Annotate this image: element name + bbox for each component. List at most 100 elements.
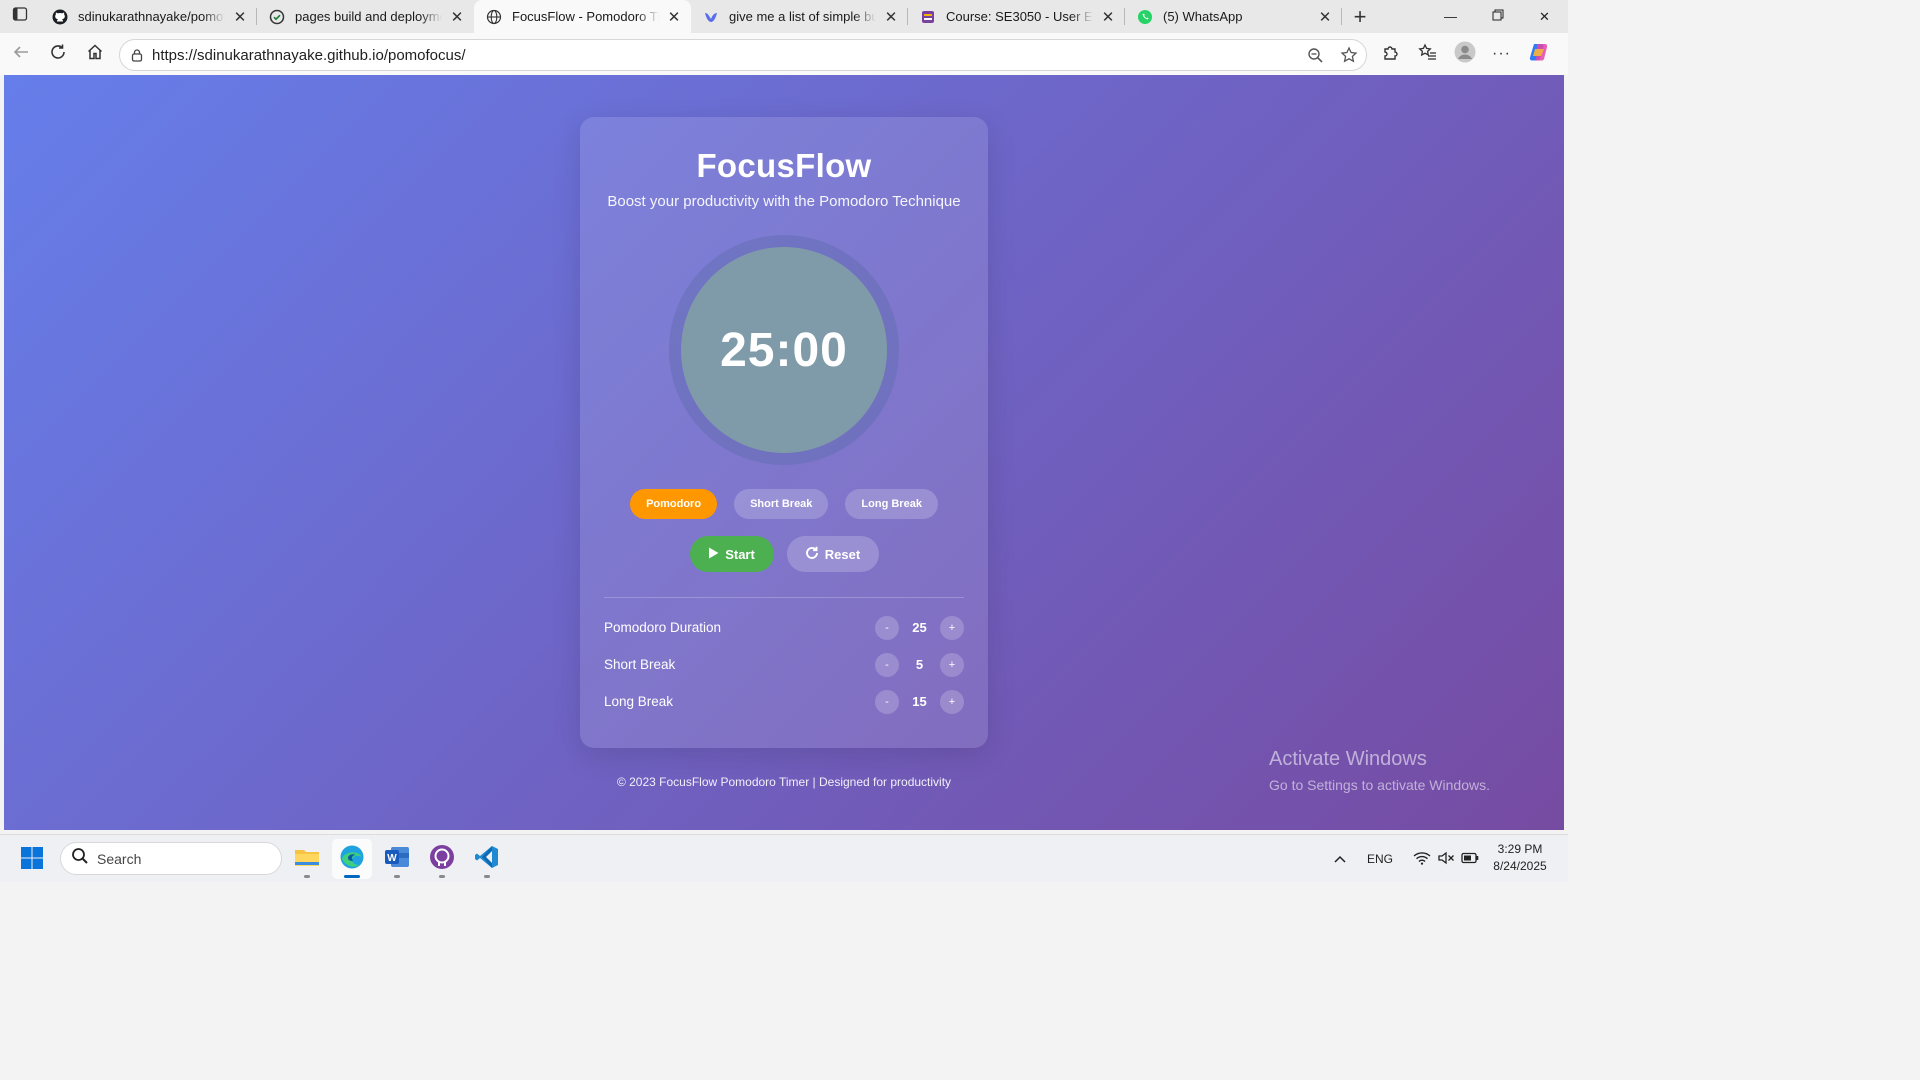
edge-icon — [339, 844, 365, 875]
github-icon — [52, 9, 68, 25]
close-window-button[interactable]: ✕ — [1521, 0, 1568, 33]
running-indicator — [484, 875, 490, 878]
word-icon: W — [384, 845, 410, 874]
running-indicator — [439, 875, 445, 878]
tab-chat[interactable]: give me a list of simple but a ✕ — [691, 0, 908, 33]
address-bar[interactable]: https://sdinukarathnayake.github.io/pomo… — [119, 39, 1367, 71]
increase-button[interactable]: + — [940, 615, 964, 640]
close-icon[interactable]: ✕ — [665, 8, 683, 26]
reset-label: Reset — [824, 546, 861, 562]
decrease-button[interactable]: - — [875, 615, 899, 640]
taskbar-search[interactable]: Search — [60, 842, 282, 875]
whatsapp-icon — [1137, 9, 1153, 25]
tab-title: Course: SE3050 - User Experience — [946, 9, 1093, 24]
decrease-button[interactable]: - — [875, 689, 899, 714]
taskbar: Search W ENG 3:29 PM 8/24/2025 — [0, 834, 1568, 882]
back-button[interactable] — [2, 38, 39, 70]
watermark-title: Activate Windows — [1269, 748, 1427, 770]
globe-icon — [486, 9, 502, 25]
reset-button[interactable]: Reset — [786, 536, 879, 572]
running-indicator — [304, 875, 310, 878]
wifi-icon[interactable] — [1413, 851, 1431, 868]
show-hidden-icons-button[interactable] — [1330, 854, 1350, 864]
setting-value: 25 — [912, 620, 927, 635]
favorite-star-icon[interactable] — [1332, 46, 1366, 64]
url-text: https://sdinukarathnayake.github.io/pomo… — [152, 46, 466, 64]
favorites-button[interactable] — [1409, 38, 1446, 70]
restore-button[interactable] — [1474, 0, 1521, 33]
setting-value: 15 — [912, 694, 927, 709]
running-indicator — [394, 875, 400, 878]
setting-row-short-break: Short Break - 5 + — [604, 646, 964, 683]
tab-whatsapp[interactable]: (5) WhatsApp ✕ — [1125, 0, 1342, 33]
mode-selector: Pomodoro Short Break Long Break — [580, 489, 988, 519]
pomodoro-mode-button[interactable]: Pomodoro — [630, 489, 718, 519]
svg-text:W: W — [387, 853, 397, 864]
favorites-list-icon — [1418, 42, 1437, 66]
plus-icon: + — [1353, 3, 1367, 29]
short-break-mode-button[interactable]: Short Break — [734, 489, 829, 519]
pomodoro-duration-stepper: - 25 + — [875, 615, 964, 640]
restore-icon — [1492, 9, 1504, 24]
running-indicator — [344, 875, 360, 878]
zoom-icon[interactable] — [1298, 47, 1332, 64]
setting-row-pomodoro: Pomodoro Duration - 25 + — [604, 609, 964, 646]
page-footer: © 2023 FocusFlow Pomodoro Timer | Design… — [616, 775, 952, 789]
battery-icon[interactable] — [1461, 852, 1479, 867]
start-button[interactable]: Start — [689, 536, 774, 572]
taskbar-app-word[interactable]: W — [377, 839, 417, 879]
tab-title: give me a list of simple but a — [729, 9, 876, 24]
taskbar-app-edge[interactable] — [332, 839, 372, 879]
search-placeholder: Search — [97, 850, 142, 867]
puzzle-icon — [1382, 43, 1400, 66]
play-icon — [708, 547, 719, 562]
tab-title: sdinukarathnayake/pomofocus — [78, 9, 225, 24]
more-dots-icon: ··· — [1492, 45, 1511, 62]
activation-watermark: Activate Windows Go to Settings to activ… — [1269, 748, 1490, 793]
settings-menu-button[interactable]: ··· — [1483, 38, 1520, 70]
tab-focusflow[interactable]: FocusFlow - Pomodoro Timer ✕ — [474, 0, 691, 33]
increase-button[interactable]: + — [940, 652, 964, 677]
refresh-icon — [49, 43, 67, 66]
close-icon[interactable]: ✕ — [882, 8, 900, 26]
taskbar-app-github-desktop[interactable] — [422, 839, 462, 879]
home-button[interactable] — [76, 38, 113, 70]
tab-actions-button[interactable] — [0, 0, 40, 33]
long-break-mode-button[interactable]: Long Break — [845, 489, 938, 519]
clock-time: 3:29 PM — [1497, 842, 1543, 856]
extensions-button[interactable] — [1372, 38, 1409, 70]
clock-date: 8/24/2025 — [1493, 859, 1547, 873]
volume-muted-icon[interactable] — [1437, 851, 1455, 868]
tab-title: FocusFlow - Pomodoro Timer — [512, 9, 659, 24]
close-icon[interactable]: ✕ — [231, 8, 249, 26]
search-icon — [71, 847, 89, 870]
setting-row-long-break: Long Break - 15 + — [604, 683, 964, 720]
taskbar-app-file-explorer[interactable] — [287, 839, 327, 879]
start-label: Start — [725, 546, 755, 562]
close-icon[interactable]: ✕ — [1316, 8, 1334, 26]
new-tab-button[interactable]: + — [1342, 0, 1378, 33]
increase-button[interactable]: + — [940, 689, 964, 714]
language-indicator[interactable]: ENG — [1367, 852, 1393, 866]
close-icon[interactable]: ✕ — [448, 8, 466, 26]
close-icon[interactable]: ✕ — [1099, 8, 1117, 26]
refresh-button[interactable] — [39, 38, 76, 70]
reset-icon — [805, 546, 819, 563]
decrease-button[interactable]: - — [875, 652, 899, 677]
site-info-icon[interactable] — [122, 48, 152, 62]
profile-button[interactable] — [1446, 38, 1483, 70]
vscode-icon — [474, 844, 500, 875]
timer-ring: 25:00 — [669, 235, 899, 465]
copilot-button[interactable] — [1520, 38, 1557, 70]
taskbar-clock[interactable]: 3:29 PM 8/24/2025 — [1480, 841, 1560, 875]
back-arrow-icon — [12, 43, 30, 66]
tab-pages-build[interactable]: pages build and deployment ✕ — [257, 0, 474, 33]
tab-strip: sdinukarathnayake/pomofocus ✕ pages buil… — [0, 0, 1568, 33]
taskbar-app-vscode[interactable] — [467, 839, 507, 879]
minimize-button[interactable]: — — [1427, 0, 1474, 33]
tab-course[interactable]: Course: SE3050 - User Experience ✕ — [908, 0, 1125, 33]
timer-card: FocusFlow Boost your productivity with t… — [580, 117, 988, 748]
tab-github-repo[interactable]: sdinukarathnayake/pomofocus ✕ — [40, 0, 257, 33]
start-menu-button[interactable] — [16, 844, 48, 876]
system-tray: ENG — [1330, 835, 1479, 883]
